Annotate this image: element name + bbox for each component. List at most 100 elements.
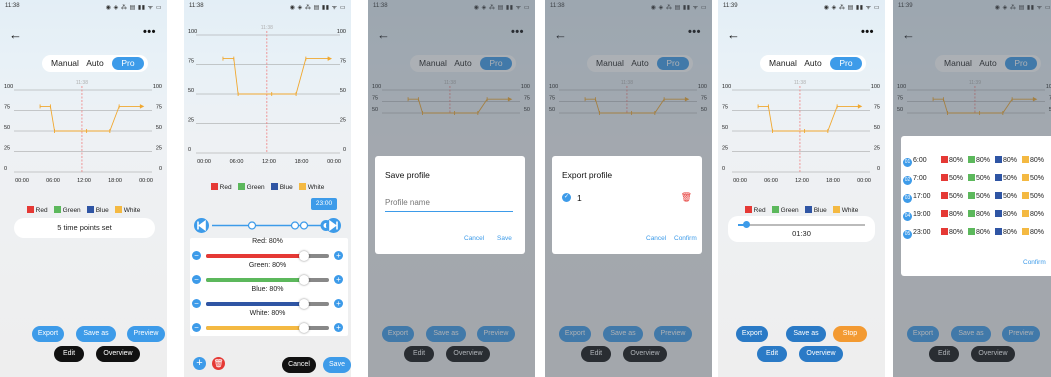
chart-legend: Red Green Blue White bbox=[184, 183, 351, 191]
legend-label: Blue bbox=[95, 207, 109, 214]
legend-label: Green bbox=[780, 207, 799, 214]
channel-slider-track[interactable] bbox=[206, 299, 329, 309]
timeline-point-1[interactable] bbox=[247, 221, 257, 230]
channel-percent: 80% bbox=[1003, 157, 1018, 164]
legend-swatch bbox=[744, 206, 752, 213]
profile-item-label[interactable]: 1 bbox=[577, 193, 582, 203]
legend-label: Blue bbox=[813, 207, 827, 214]
mode-pro[interactable]: Pro bbox=[830, 57, 862, 70]
channel-slider-fill bbox=[206, 326, 305, 330]
x-tick-label: 18:00 bbox=[826, 178, 840, 184]
schedule-line bbox=[758, 105, 859, 132]
y-tick-label-left: 0 bbox=[4, 166, 7, 172]
row-time: 23:00 bbox=[913, 229, 931, 236]
x-tick-label: 18:00 bbox=[108, 178, 122, 184]
minus-icon[interactable]: − bbox=[192, 251, 201, 260]
preview-knob[interactable] bbox=[743, 221, 751, 228]
cancel-button[interactable]: Cancel bbox=[646, 235, 666, 242]
channel-percent: 80% bbox=[976, 211, 991, 218]
legend-swatch bbox=[26, 206, 34, 213]
mode-pro[interactable]: Pro bbox=[112, 57, 144, 70]
current-time-label: 11:38 bbox=[794, 80, 806, 86]
minus-icon[interactable]: − bbox=[192, 323, 201, 332]
channel-percent: 80% bbox=[1030, 211, 1045, 218]
channel-percent: 80% bbox=[1003, 211, 1018, 218]
legend-swatch bbox=[771, 206, 779, 213]
check-icon[interactable]: ✓ bbox=[562, 193, 571, 202]
legend-label: Green bbox=[246, 184, 265, 191]
row-channel-value: 50% bbox=[941, 192, 968, 200]
arrow-left-icon[interactable]: ← bbox=[9, 28, 22, 41]
minus-icon[interactable]: − bbox=[192, 275, 201, 284]
channel-swatch bbox=[1022, 228, 1029, 235]
mode-manual[interactable]: Manual bbox=[48, 55, 82, 72]
x-tick-label: 12:00 bbox=[795, 178, 809, 184]
line-end-arrow bbox=[858, 104, 863, 109]
save-as-button[interactable]: Save as bbox=[76, 326, 116, 342]
mode-manual[interactable]: Manual bbox=[766, 55, 800, 72]
plus-icon[interactable]: + bbox=[334, 299, 343, 308]
channel-swatch bbox=[968, 210, 975, 217]
table-row: 05 23:00 80% 80% 80% 80% bbox=[903, 228, 1049, 240]
channel-slider-knob[interactable] bbox=[299, 275, 310, 285]
channel-slider-track[interactable] bbox=[206, 323, 329, 333]
channel-percent: 50% bbox=[949, 193, 964, 200]
cancel-button[interactable]: Cancel bbox=[464, 235, 484, 242]
y-tick-label-right: 50 bbox=[874, 125, 880, 131]
row-channel-value: 80% bbox=[1022, 210, 1049, 218]
overview-button[interactable]: Overview bbox=[799, 346, 843, 362]
legend-item: Red bbox=[210, 183, 232, 191]
plus-icon[interactable]: + bbox=[334, 251, 343, 260]
plus-icon[interactable]: + bbox=[334, 323, 343, 332]
save-profile-dialog: Save profile Profile name Cancel Save bbox=[375, 156, 525, 254]
channel-percent: 50% bbox=[976, 193, 991, 200]
channel-slider-label: Red: 80% bbox=[252, 238, 283, 245]
row-channel-value: 50% bbox=[995, 174, 1022, 182]
overview-button[interactable]: Overview bbox=[96, 346, 140, 362]
arrow-left-icon[interactable]: ← bbox=[727, 28, 740, 41]
channel-slider-knob[interactable] bbox=[299, 251, 310, 261]
edit-button[interactable]: Edit bbox=[757, 346, 787, 362]
trash-icon[interactable]: 🗑 bbox=[681, 192, 692, 203]
more-icon[interactable]: ••• bbox=[861, 27, 874, 38]
trash-icon[interactable]: 🗑 bbox=[212, 357, 225, 370]
chart-legend: Red Green Blue White bbox=[0, 206, 167, 214]
export-button[interactable]: Export bbox=[736, 326, 768, 342]
mode-auto[interactable]: Auto bbox=[82, 55, 108, 72]
stop-button[interactable]: Stop bbox=[833, 326, 867, 342]
channel-percent: 80% bbox=[949, 211, 964, 218]
confirm-button[interactable]: Confirm bbox=[674, 235, 697, 242]
save-button[interactable]: Save bbox=[497, 235, 512, 242]
more-icon[interactable]: ••• bbox=[143, 27, 156, 38]
plus-icon[interactable]: + bbox=[334, 275, 343, 284]
channel-slider-track[interactable] bbox=[206, 251, 329, 261]
profile-name-input[interactable]: Profile name bbox=[385, 198, 513, 212]
y-tick-label-left: 0 bbox=[722, 166, 725, 172]
legend-label: Blue bbox=[279, 184, 293, 191]
row-channel-value: 80% bbox=[1022, 228, 1049, 236]
timeline-point-2[interactable] bbox=[290, 221, 300, 230]
cancel-button[interactable]: Cancel bbox=[282, 357, 316, 373]
dialog-title: Save profile bbox=[385, 170, 430, 180]
channel-slider-knob[interactable] bbox=[299, 299, 310, 309]
minus-icon[interactable]: − bbox=[192, 299, 201, 308]
save-button[interactable]: Save bbox=[323, 357, 351, 373]
x-tick-label: 12:00 bbox=[262, 159, 276, 165]
schedule-chart: 0 0 25 25 50 50 75 75 100 100 00:00 06:00 12:00 18:00… bbox=[4, 80, 162, 184]
y-tick-label-left: 50 bbox=[722, 125, 728, 131]
save-as-button[interactable]: Save as bbox=[786, 326, 826, 342]
time-points-summary: 5 time points set bbox=[14, 218, 155, 238]
confirm-button[interactable]: Confirm bbox=[1023, 259, 1046, 266]
mode-auto[interactable]: Auto bbox=[800, 55, 826, 72]
y-tick-label-left: 50 bbox=[188, 88, 194, 94]
add-point-icon[interactable]: + bbox=[193, 357, 206, 370]
edit-button[interactable]: Edit bbox=[54, 346, 84, 362]
row-channel-value: 80% bbox=[941, 156, 968, 164]
legend-swatch bbox=[270, 183, 278, 190]
export-button[interactable]: Export bbox=[32, 326, 64, 342]
timeline-point-3[interactable] bbox=[299, 221, 309, 230]
channel-slider-knob[interactable] bbox=[299, 323, 310, 333]
preview-button[interactable]: Preview bbox=[127, 326, 165, 342]
row-channel-value: 80% bbox=[968, 228, 995, 236]
channel-slider-track[interactable] bbox=[206, 275, 329, 285]
